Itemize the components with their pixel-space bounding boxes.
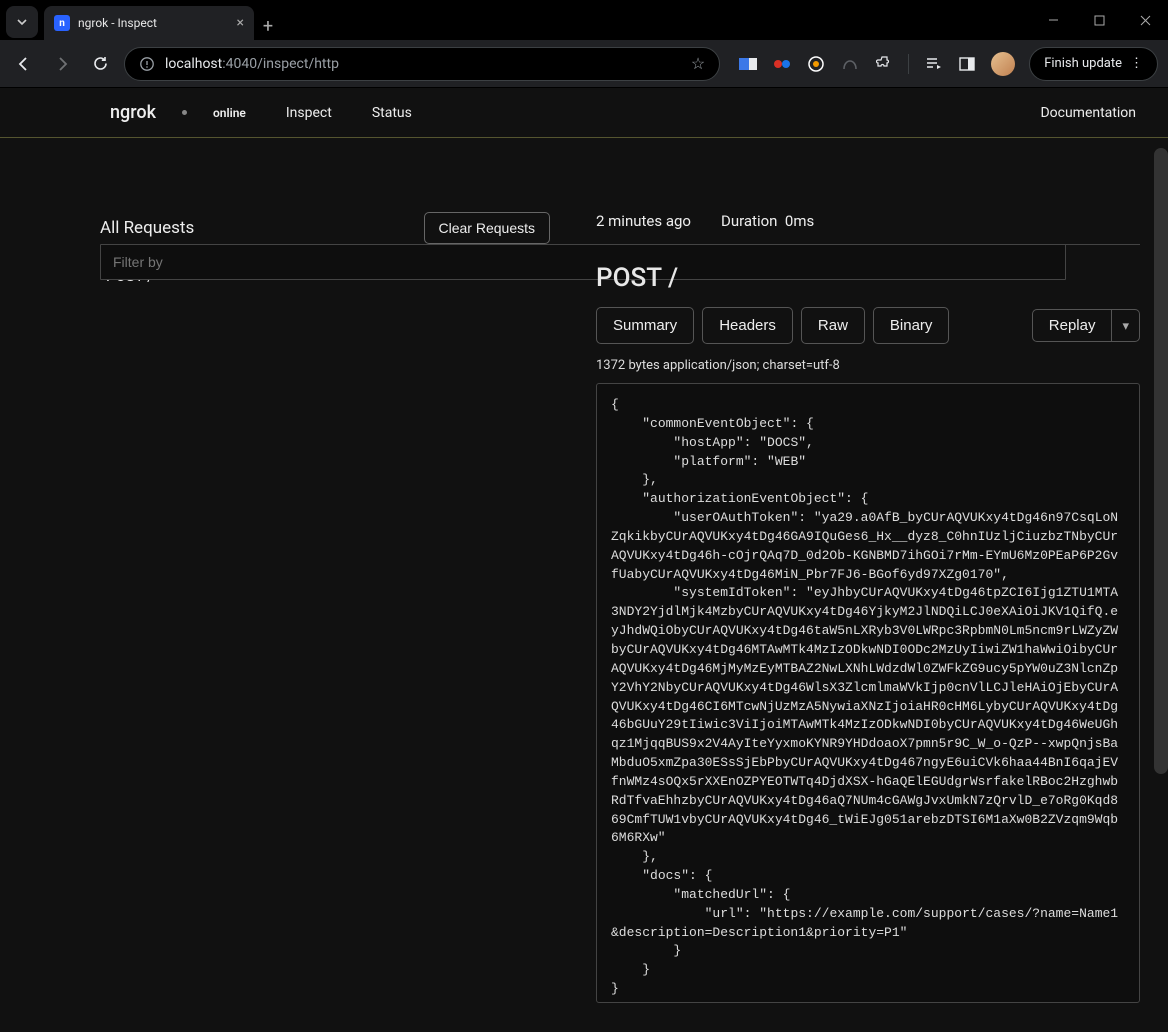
tab-title: ngrok - Inspect — [78, 16, 229, 30]
profile-avatar[interactable] — [991, 52, 1015, 76]
brand-logo: ngrok — [110, 102, 156, 123]
extension-icon-3[interactable] — [806, 54, 826, 74]
tab-search-dropdown[interactable] — [6, 6, 38, 38]
bytes-content-type: 1372 bytes application/json; charset=utf… — [596, 358, 1140, 373]
scrollbar[interactable] — [1154, 148, 1168, 774]
browser-titlebar: n ngrok - Inspect × + — [0, 0, 1168, 40]
forward-button[interactable] — [48, 50, 76, 78]
replay-dropdown[interactable]: ▾ — [1112, 309, 1140, 342]
ngrok-app: ngrok online Inspect Status Documentatio… — [0, 88, 1168, 1032]
chevron-down-icon — [16, 16, 28, 28]
close-tab-icon[interactable]: × — [237, 15, 244, 31]
ngrok-favicon-icon: n — [54, 15, 70, 31]
status-dot-icon — [182, 110, 187, 115]
payload-body[interactable]: { "commonEventObject": { "hostApp": "DOC… — [596, 383, 1140, 1003]
app-header: ngrok online Inspect Status Documentatio… — [0, 88, 1168, 138]
request-title: POST / — [596, 263, 1140, 293]
replay-button[interactable]: Replay — [1032, 309, 1113, 342]
back-button[interactable] — [10, 50, 38, 78]
nav-inspect[interactable]: Inspect — [286, 105, 332, 121]
window-controls — [1030, 0, 1168, 40]
tab-binary[interactable]: Binary — [873, 307, 950, 344]
tab-raw[interactable]: Raw — [801, 307, 865, 344]
bookmark-star-icon[interactable]: ☆ — [691, 54, 705, 73]
status-text: online — [213, 106, 246, 120]
extension-icon-4[interactable] — [840, 54, 860, 74]
time-ago: 2 minutes ago — [596, 212, 691, 230]
nav-documentation[interactable]: Documentation — [1040, 105, 1136, 121]
address-bar[interactable]: localhost:4040/inspect/http ☆ — [124, 47, 720, 81]
detail-tabs: Summary Headers Raw Binary Replay ▾ — [596, 307, 1140, 344]
clear-requests-button[interactable]: Clear Requests — [424, 212, 551, 244]
request-detail-panel: 2 minutes ago Duration 0ms POST / Summar… — [568, 138, 1168, 1032]
all-requests-heading: All Requests — [100, 218, 194, 238]
tab-headers[interactable]: Headers — [702, 307, 793, 344]
new-tab-button[interactable]: + — [254, 12, 282, 40]
extension-icon-2[interactable] — [772, 54, 792, 74]
maximize-button[interactable] — [1076, 4, 1122, 36]
extensions-puzzle-icon[interactable] — [874, 54, 894, 74]
close-window-button[interactable] — [1122, 4, 1168, 36]
finish-update-button[interactable]: Finish update⋮ — [1029, 47, 1158, 81]
kebab-icon: ⋮ — [1130, 56, 1143, 71]
separator — [908, 54, 909, 74]
extension-icon-1[interactable] — [738, 54, 758, 74]
media-control-icon[interactable] — [923, 54, 943, 74]
side-panel-icon[interactable] — [957, 54, 977, 74]
site-info-icon[interactable] — [139, 56, 155, 72]
duration: Duration 0ms — [721, 212, 814, 230]
url-text: localhost:4040/inspect/http — [165, 56, 681, 72]
browser-toolbar: localhost:4040/inspect/http ☆ Finish upd… — [0, 40, 1168, 88]
tab-summary[interactable]: Summary — [596, 307, 694, 344]
reload-button[interactable] — [86, 50, 114, 78]
minimize-button[interactable] — [1030, 4, 1076, 36]
nav-status[interactable]: Status — [372, 105, 412, 121]
browser-tab[interactable]: n ngrok - Inspect × — [44, 6, 254, 40]
